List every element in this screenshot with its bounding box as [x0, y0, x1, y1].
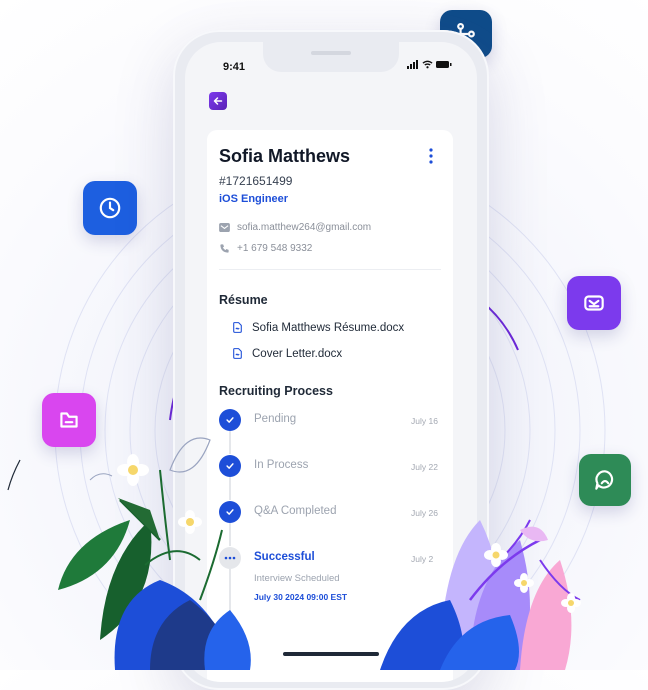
- kebab-menu-icon: [429, 148, 433, 164]
- file-name: Sofia Matthews Résume.docx: [252, 321, 405, 334]
- step-connector: [229, 523, 231, 546]
- status-time: 9:41: [223, 61, 246, 73]
- step-check-in-process: [219, 455, 241, 477]
- candidate-card: Sofia Matthews #1721651499 iOS Engineer …: [207, 130, 453, 682]
- step-label-pending: Pending: [254, 413, 297, 425]
- step-check-qa-completed: [219, 501, 241, 523]
- step-dot-successful: [219, 547, 241, 569]
- check-icon: [226, 509, 234, 515]
- more-options-button[interactable]: [429, 148, 433, 169]
- signal-icon: [407, 60, 418, 69]
- step-connector: [229, 569, 231, 619]
- back-button[interactable]: [209, 92, 227, 110]
- step-label-successful: Successful: [254, 551, 315, 563]
- chat-icon: [579, 454, 631, 506]
- step-date-in-process: July 22: [411, 462, 438, 472]
- step-check-pending: [219, 409, 241, 431]
- document-icon: [233, 348, 242, 359]
- phone-row[interactable]: +1 679 548 9332: [219, 243, 312, 254]
- step-label-in-process: In Process: [254, 459, 309, 471]
- process-title: Recruiting Process: [219, 384, 333, 398]
- notch: [263, 42, 399, 72]
- check-icon: [226, 417, 234, 423]
- interview-schedule: July 30 2024 09:00 EST: [254, 592, 348, 602]
- email-text: sofia.matthew264@gmail.com: [237, 222, 372, 233]
- folder-icon: [42, 393, 96, 447]
- file-name: Cover Letter.docx: [252, 347, 343, 360]
- step-date-qa-completed: July 26: [411, 508, 438, 518]
- step-date-successful: July 2: [411, 554, 434, 564]
- candidate-name: Sofia Matthews: [219, 146, 351, 166]
- step-connector: [229, 477, 231, 500]
- step-date-pending: July 16: [411, 416, 438, 426]
- status-icons: [407, 60, 452, 69]
- phone-screen: 9:41 Sofia Matthews #1721651499 iOS Engi…: [185, 42, 477, 682]
- resume-title: Résume: [219, 293, 268, 307]
- ellipsis-icon: [224, 556, 236, 560]
- step-connector: [229, 431, 231, 454]
- phone-mockup: 9:41 Sofia Matthews #1721651499 iOS Engi…: [173, 30, 489, 690]
- candidate-id: #1721651499: [219, 174, 293, 188]
- inbox-icon: [567, 276, 621, 330]
- document-icon: [233, 322, 242, 333]
- file-item-resume[interactable]: Sofia Matthews Résume.docx: [231, 321, 404, 334]
- clock-icon: [83, 181, 137, 235]
- phone-icon: [220, 244, 229, 253]
- battery-icon: [436, 61, 452, 68]
- step-label-qa-completed: Q&A Completed: [254, 505, 337, 517]
- file-item-cover-letter[interactable]: Cover Letter.docx: [231, 347, 342, 360]
- home-indicator: [283, 652, 379, 656]
- check-icon: [226, 463, 234, 469]
- email-row[interactable]: sofia.matthew264@gmail.com: [219, 222, 371, 233]
- mail-icon: [219, 223, 230, 232]
- divider: [219, 269, 441, 270]
- wifi-icon: [422, 60, 433, 69]
- candidate-role: iOS Engineer: [219, 193, 289, 205]
- phone-text: +1 679 548 9332: [237, 243, 313, 254]
- arrow-left-icon: [213, 97, 223, 105]
- interview-note: Interview Scheduled: [254, 573, 340, 584]
